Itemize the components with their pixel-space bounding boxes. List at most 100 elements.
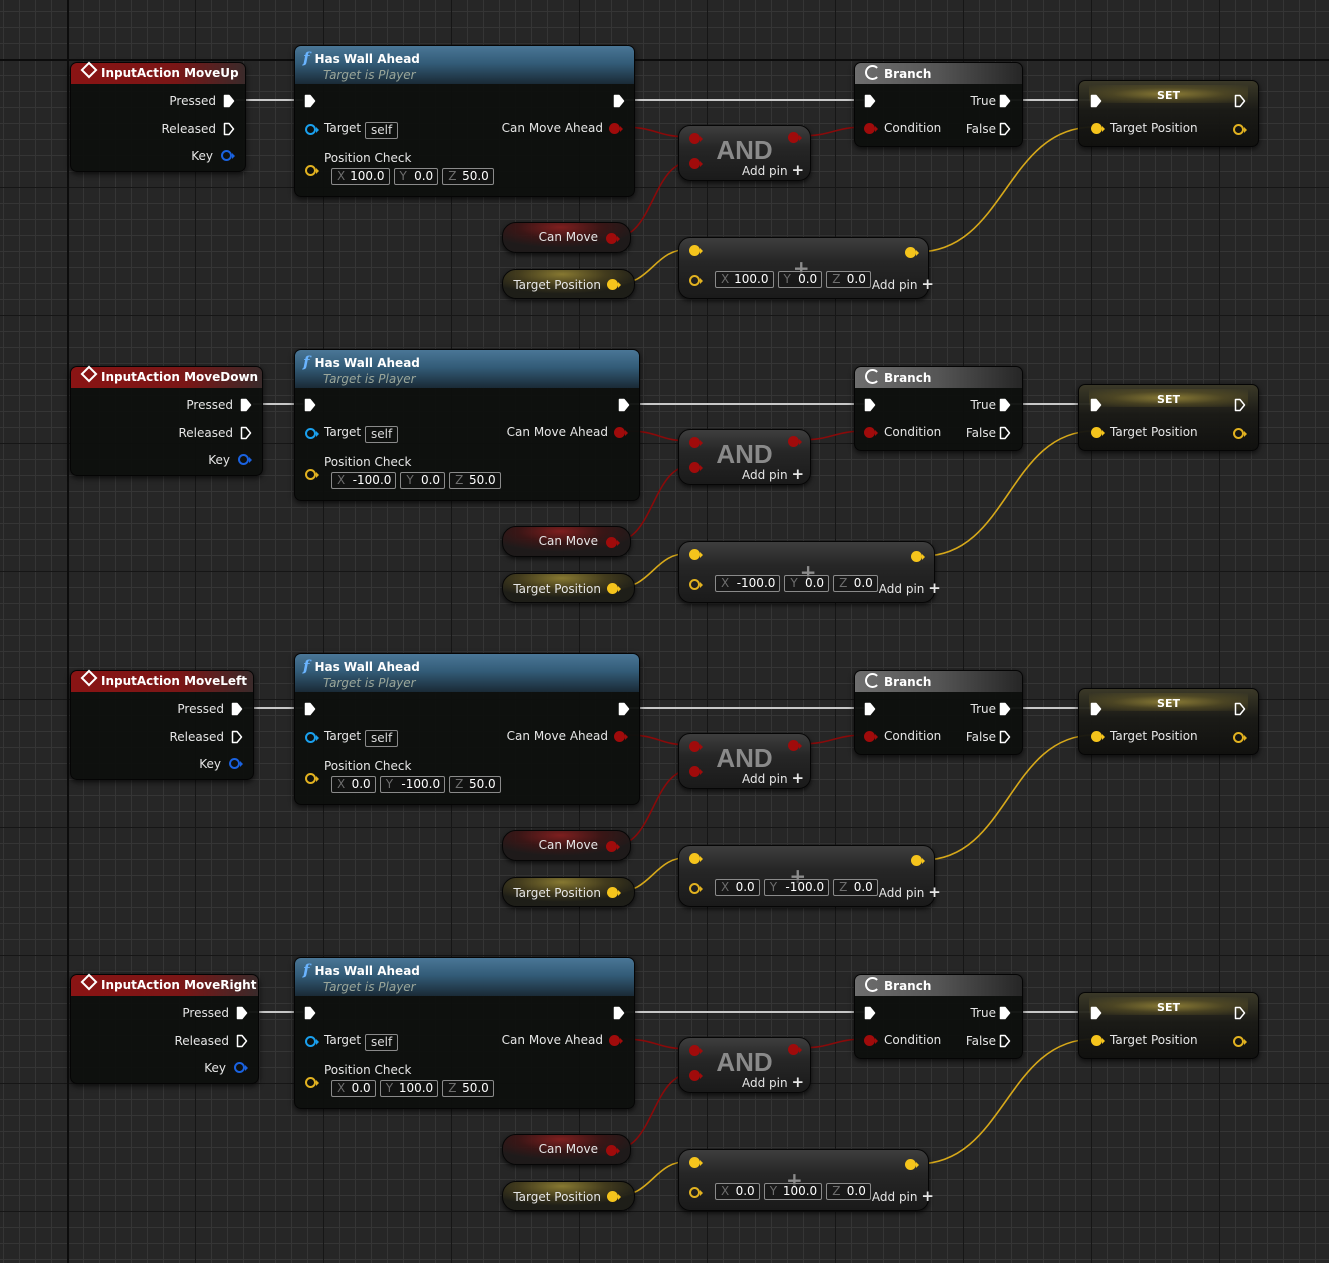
add-input-b-pin[interactable] [689, 1187, 700, 1198]
false-exec-pin[interactable] [999, 1034, 1011, 1048]
add-z-field[interactable]: Z 0.0 [833, 575, 878, 592]
add-y-field[interactable]: Y 0.0 [777, 271, 823, 288]
key-pin[interactable] [238, 454, 249, 465]
and-output-pin[interactable] [788, 132, 799, 143]
input-action-node[interactable]: InputAction MoveDown Pressed Released Key [70, 365, 263, 476]
and-add-pin-button[interactable]: Add pin + [742, 467, 804, 483]
set-target-position-out-pin[interactable] [1233, 1036, 1244, 1047]
released-exec-pin[interactable] [231, 730, 243, 744]
vector-add-node[interactable]: + X -100.0 Y 0.0 Z 0.0 Add pin + [678, 541, 941, 603]
add-z-field[interactable]: Z 0.0 [826, 271, 871, 288]
add-x-field[interactable]: X 0.0 [715, 879, 760, 896]
and-input-b-pin[interactable] [689, 462, 700, 473]
can-move-ahead-pin[interactable] [614, 427, 625, 438]
position-check-z-field[interactable]: Z 50.0 [442, 168, 494, 185]
set-exec-in-pin[interactable] [1090, 94, 1102, 108]
key-pin[interactable] [221, 150, 232, 161]
position-check-y-field[interactable]: Y 100.0 [379, 1080, 439, 1097]
target-pin[interactable] [305, 732, 316, 743]
set-exec-in-pin[interactable] [1090, 702, 1102, 716]
pressed-exec-pin[interactable] [240, 398, 252, 412]
branch-node[interactable]: Branch True Condition False [854, 670, 1023, 755]
position-check-x-field[interactable]: X -100.0 [331, 472, 397, 489]
add-input-b-pin[interactable] [689, 275, 700, 286]
and-node[interactable]: AND Add pin + [678, 429, 811, 485]
exec-out-pin[interactable] [613, 1006, 625, 1020]
set-exec-out-pin[interactable] [1234, 398, 1246, 412]
add-input-b-pin[interactable] [689, 579, 700, 590]
and-node[interactable]: AND Add pin + [678, 1037, 811, 1093]
target-self-field[interactable]: self [365, 426, 399, 443]
has-wall-ahead-node[interactable]: f Has Wall Ahead Target is Player Target sel… [294, 349, 640, 501]
exec-in-pin[interactable] [304, 702, 316, 716]
position-check-z-field[interactable]: Z 50.0 [442, 1080, 494, 1097]
exec-in-pin[interactable] [304, 1006, 316, 1020]
and-input-b-pin[interactable] [689, 766, 700, 777]
condition-pin[interactable] [864, 731, 875, 742]
condition-pin[interactable] [864, 123, 875, 134]
set-target-position-out-pin[interactable] [1233, 732, 1244, 743]
target-position-out-pin[interactable] [607, 279, 618, 290]
target-position-out-pin[interactable] [607, 1191, 618, 1202]
set-exec-in-pin[interactable] [1090, 1006, 1102, 1020]
and-node[interactable]: AND Add pin + [678, 125, 811, 181]
false-exec-pin[interactable] [999, 730, 1011, 744]
and-add-pin-button[interactable]: Add pin + [742, 771, 804, 787]
target-pin[interactable] [305, 1036, 316, 1047]
target-position-getter-node[interactable]: Target Position [502, 1181, 635, 1211]
true-exec-pin[interactable] [999, 398, 1011, 412]
position-check-pin[interactable] [305, 469, 316, 480]
set-exec-out-pin[interactable] [1234, 1006, 1246, 1020]
add-z-field[interactable]: Z 0.0 [833, 879, 878, 896]
false-exec-pin[interactable] [999, 122, 1011, 136]
position-check-y-field[interactable]: Y -100.0 [379, 776, 446, 793]
and-input-a-pin[interactable] [689, 1045, 700, 1056]
pressed-exec-pin[interactable] [236, 1006, 248, 1020]
can-move-ahead-pin[interactable] [609, 123, 620, 134]
add-x-field[interactable]: X 0.0 [715, 1183, 760, 1200]
input-action-node[interactable]: InputAction MoveRight Pressed Released Key [70, 973, 259, 1084]
target-position-getter-node[interactable]: Target Position [502, 573, 635, 603]
branch-exec-in-pin[interactable] [864, 702, 876, 716]
position-check-y-field[interactable]: Y 0.0 [393, 168, 439, 185]
branch-node[interactable]: Branch True Condition False [854, 366, 1023, 451]
set-target-position-out-pin[interactable] [1233, 428, 1244, 439]
branch-node[interactable]: Branch True Condition False [854, 62, 1023, 147]
branch-exec-in-pin[interactable] [864, 94, 876, 108]
condition-pin[interactable] [864, 427, 875, 438]
add-y-field[interactable]: Y -100.0 [763, 879, 830, 896]
has-wall-ahead-node[interactable]: f Has Wall Ahead Target is Player Target sel… [294, 653, 640, 805]
set-target-position-in-pin[interactable] [1091, 731, 1102, 742]
add-pin-button[interactable]: Add pin + [872, 277, 934, 293]
can-move-pin[interactable] [606, 1145, 617, 1156]
input-action-node[interactable]: InputAction MoveLeft Pressed Released Key [70, 669, 254, 780]
and-output-pin[interactable] [788, 436, 799, 447]
and-input-b-pin[interactable] [689, 158, 700, 169]
add-x-field[interactable]: X -100.0 [715, 575, 781, 592]
branch-exec-in-pin[interactable] [864, 398, 876, 412]
set-target-position-in-pin[interactable] [1091, 1035, 1102, 1046]
released-exec-pin[interactable] [236, 1034, 248, 1048]
position-check-pin[interactable] [305, 773, 316, 784]
set-exec-in-pin[interactable] [1090, 398, 1102, 412]
can-move-getter-node[interactable]: Can Move [502, 526, 631, 557]
key-pin[interactable] [229, 758, 240, 769]
target-self-field[interactable]: self [365, 122, 399, 139]
add-output-pin[interactable] [905, 1159, 916, 1170]
branch-node[interactable]: Branch True Condition False [854, 974, 1023, 1059]
position-check-z-field[interactable]: Z 50.0 [449, 776, 501, 793]
target-self-field[interactable]: self [365, 730, 399, 747]
position-check-y-field[interactable]: Y 0.0 [400, 472, 446, 489]
set-exec-out-pin[interactable] [1234, 94, 1246, 108]
add-y-field[interactable]: Y 0.0 [784, 575, 830, 592]
target-position-getter-node[interactable]: Target Position [502, 877, 635, 907]
add-input-a-pin[interactable] [689, 245, 700, 256]
position-check-x-field[interactable]: X 0.0 [331, 1080, 376, 1097]
can-move-getter-node[interactable]: Can Move [502, 830, 631, 861]
input-action-node[interactable]: InputAction MoveUp Pressed Released Key [70, 61, 246, 172]
target-pin[interactable] [305, 124, 316, 135]
key-pin[interactable] [234, 1062, 245, 1073]
vector-add-node[interactable]: + X 100.0 Y 0.0 Z 0.0 Add pin + [678, 237, 934, 299]
position-check-x-field[interactable]: X 100.0 [331, 168, 390, 185]
true-exec-pin[interactable] [999, 702, 1011, 716]
